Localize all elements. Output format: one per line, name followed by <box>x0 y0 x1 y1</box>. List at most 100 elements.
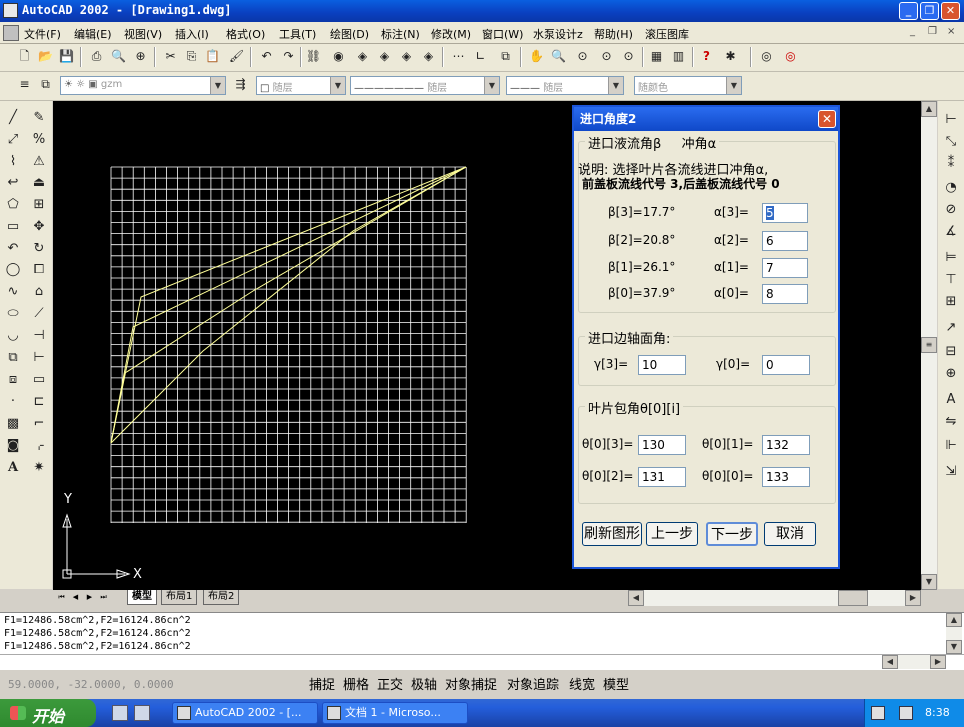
close-button[interactable]: ✕ <box>941 2 960 20</box>
construction-line-icon[interactable]: ⤢ <box>4 131 22 149</box>
zoom-extents-icon[interactable]: ⊙ <box>620 48 637 65</box>
pan-icon[interactable]: ✋ <box>528 48 545 65</box>
copy-object-icon[interactable]: % <box>30 131 48 149</box>
break-icon[interactable]: ▭ <box>30 371 48 389</box>
task-word[interactable]: 文档 1 - Microso... <box>322 702 468 724</box>
dim-text-edit-icon[interactable]: ⇋ <box>942 413 960 431</box>
theta-01-input[interactable]: 132 <box>762 435 810 455</box>
scroll-right-icon[interactable]: ▶ <box>905 590 921 606</box>
plugin-icon-b[interactable]: ◎ <box>782 48 799 65</box>
layer-manager-icon[interactable]: ≡ <box>16 76 33 93</box>
command-horizontal-scrollbar[interactable]: ◀ ▶ <box>882 655 946 669</box>
chevron-down-icon[interactable]: ▼ <box>484 77 499 94</box>
tab-model[interactable]: 模型 <box>127 590 157 605</box>
scroll-up-icon[interactable]: ▲ <box>921 101 937 117</box>
theta-00-input[interactable]: 133 <box>762 467 810 487</box>
chevron-down-icon[interactable]: ▼ <box>726 77 741 94</box>
ellipse-arc-icon[interactable]: ◡ <box>4 327 22 345</box>
publish-icon[interactable]: ⊕ <box>132 48 149 65</box>
cancel-button[interactable]: 取消 <box>764 522 816 546</box>
polygon-icon[interactable]: ↩ <box>4 174 22 192</box>
trim-icon[interactable]: ⊣ <box>30 327 48 345</box>
hatch-icon[interactable]: ▩ <box>4 415 22 433</box>
snap-toggle[interactable]: 捕捉 <box>309 677 335 695</box>
menu-file[interactable]: 文件(F) <box>24 26 61 42</box>
theta-02-input[interactable]: 131 <box>638 467 686 487</box>
tab-layout2[interactable]: 布局2 <box>203 590 240 605</box>
rectangle-icon[interactable]: ▭ <box>4 218 22 236</box>
mirror-icon[interactable]: ⚠ <box>30 153 48 171</box>
pentagon-icon[interactable]: ⬠ <box>4 196 22 214</box>
canvas-horizontal-scrollbar[interactable]: ◀ ▶ <box>628 590 921 606</box>
aligned-dim-icon[interactable]: ⤡ <box>942 133 960 151</box>
distance-icon[interactable]: ⋯ <box>450 48 467 65</box>
menu-library[interactable]: 滚压图库 <box>645 26 689 42</box>
multiline-text-icon[interactable]: A <box>4 459 22 477</box>
erase-icon[interactable]: ✎ <box>30 109 48 127</box>
make-block-icon[interactable]: ⧈ <box>4 371 22 389</box>
layer-previous-icon[interactable]: ⧉ <box>37 76 54 93</box>
scroll-left-icon[interactable]: ◀ <box>882 655 898 669</box>
move-icon[interactable]: ✥ <box>30 218 48 236</box>
scale-icon[interactable]: ⧠ <box>30 261 48 279</box>
polyline-icon[interactable]: ⌇ <box>4 153 22 171</box>
chevron-down-icon[interactable]: ▼ <box>210 77 225 94</box>
grid-toggle[interactable]: 栅格 <box>343 677 369 695</box>
plugin-icon-a[interactable]: ◎ <box>758 48 775 65</box>
prev-tab-icon[interactable]: ◀ <box>69 591 82 604</box>
ordinate-dim-icon[interactable]: ⁑ <box>942 155 960 173</box>
angular-dim-icon[interactable]: ∡ <box>942 223 960 241</box>
osnap-toggle[interactable]: 对象捕捉 <box>445 677 497 695</box>
layer-combo[interactable]: ☀ ☼ ▣ gzm ▼ <box>60 76 226 95</box>
save-icon[interactable]: 💾 <box>58 48 75 65</box>
tray-network-icon[interactable] <box>899 706 913 720</box>
zoom-window-icon[interactable]: ⊙ <box>574 48 591 65</box>
db-connect-icon[interactable]: ◈ <box>376 48 393 65</box>
extend-icon[interactable]: ⊢ <box>30 349 48 367</box>
lengthen-icon[interactable]: ⟋ <box>30 305 48 323</box>
paste-icon[interactable]: 📋 <box>204 48 221 65</box>
next-tab-icon[interactable]: ▶ <box>83 591 96 604</box>
arc-icon[interactable]: ↶ <box>4 240 22 258</box>
insert-block-icon[interactable]: ⧉ <box>4 349 22 367</box>
chevron-down-icon[interactable]: ▼ <box>330 77 345 94</box>
ellipse-icon[interactable]: ⬭ <box>4 305 22 323</box>
minimize-button[interactable]: _ <box>899 2 918 20</box>
named-views-icon[interactable]: ⧉ <box>497 48 514 65</box>
break-at-point-icon[interactable]: ⊏ <box>30 393 48 411</box>
zoom-previous-icon[interactable]: ⊙ <box>598 48 615 65</box>
properties-icon[interactable]: ▦ <box>648 48 665 65</box>
model-toggle[interactable]: 模型 <box>603 677 629 695</box>
alpha-1-input[interactable]: 7 <box>762 258 808 278</box>
menu-insert[interactable]: 插入(I) <box>175 26 209 42</box>
circle-icon[interactable]: ◯ <box>4 261 22 279</box>
menu-format[interactable]: 格式(O) <box>226 26 265 42</box>
previous-step-button[interactable]: 上一步 <box>646 522 698 546</box>
cut-icon[interactable]: ✂ <box>162 48 179 65</box>
menu-edit[interactable]: 编辑(E) <box>74 26 112 42</box>
linear-dim-icon[interactable]: ⊢ <box>942 111 960 129</box>
gamma-3-input[interactable]: 10 <box>638 355 686 375</box>
scroll-right-icon[interactable]: ▶ <box>930 655 946 669</box>
stretch-icon[interactable]: ⌂ <box>30 283 48 301</box>
redo-icon[interactable]: ↷ <box>280 48 297 65</box>
tool-palette-icon[interactable]: ◈ <box>420 48 437 65</box>
diameter-dim-icon[interactable]: ⊘ <box>942 201 960 219</box>
rotate-icon[interactable]: ↻ <box>30 240 48 258</box>
spline-icon[interactable]: ∿ <box>4 283 22 301</box>
scroll-down-icon[interactable]: ▼ <box>946 640 962 654</box>
canvas-vertical-scrollbar[interactable]: ▲ ≡ ▼ <box>921 101 937 590</box>
today-icon[interactable]: ◉ <box>330 48 347 65</box>
menu-help[interactable]: 帮助(H) <box>594 26 633 42</box>
design-center-icon[interactable]: ◈ <box>354 48 371 65</box>
chamfer-icon[interactable]: ⌐ <box>30 415 48 433</box>
calculator-icon[interactable]: ▥ <box>670 48 687 65</box>
quicklaunch-icon[interactable] <box>134 705 150 721</box>
dialog-close-button[interactable]: ✕ <box>818 110 836 128</box>
fillet-icon[interactable]: ⌌ <box>30 437 48 455</box>
document-icon[interactable] <box>3 25 19 41</box>
line-icon[interactable]: ╱ <box>4 109 22 127</box>
array-icon[interactable]: ⊞ <box>30 196 48 214</box>
baseline-dim-icon[interactable]: ⊤ <box>942 271 960 289</box>
tolerance-icon[interactable]: ⊟ <box>942 343 960 361</box>
